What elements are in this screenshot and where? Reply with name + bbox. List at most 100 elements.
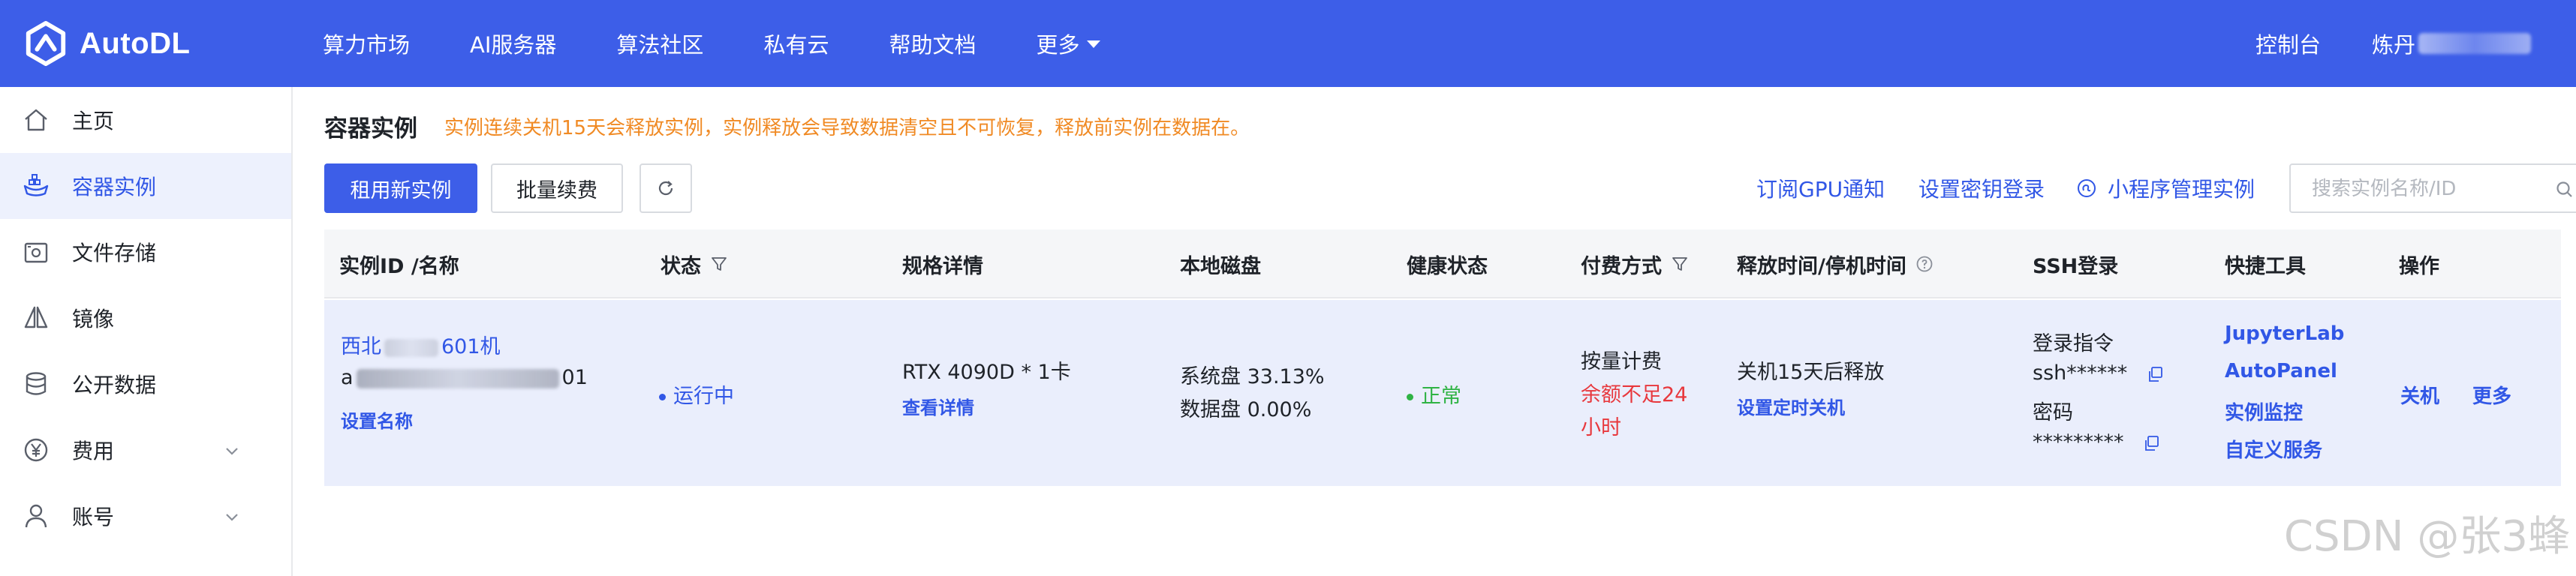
subscribe-gpu-link[interactable]: 订阅GPU通知 — [1756, 164, 1885, 213]
column-header-health: 健康状态 — [1407, 254, 1488, 278]
page-title: 容器实例 — [324, 115, 417, 142]
batch-renew-button[interactable]: 批量续费 — [491, 164, 623, 213]
header-right: 控制台 炼丹 — [2256, 0, 2531, 87]
sidebar-item-label: 费用 — [72, 439, 115, 464]
column-header-label: 释放时间/停机时间 — [1737, 254, 1906, 278]
container-icon — [23, 174, 49, 196]
instance-id-prefix: a — [341, 366, 354, 389]
mini-program-label: 小程序管理实例 — [2108, 177, 2256, 202]
nav-more-menu[interactable]: 更多 — [1036, 28, 1101, 59]
view-details-link[interactable]: 查看详情 — [902, 393, 974, 419]
balance-warning-line2: 小时 — [1581, 416, 1621, 440]
brand-name: AutoDL — [80, 26, 191, 60]
mini-program-link[interactable]: 小程序管理实例 — [2076, 164, 2255, 213]
nav-more-label: 更多 — [1036, 32, 1080, 58]
toolbar: 租用新实例 批量续费 订阅GPU通知 设置密钥登录 小程序管理实例 — [324, 164, 2576, 213]
column-header-label: 付费方式 — [1581, 254, 1662, 278]
sidebar-item-image[interactable]: 镜像 — [0, 285, 291, 351]
data-disk-usage: 数据盘 0.00% — [1180, 398, 1312, 422]
brand-logo[interactable]: AutoDL — [23, 16, 190, 70]
file-storage-icon — [24, 242, 48, 263]
column-header-ops: 操作 — [2399, 254, 2439, 278]
sidebar-item-account[interactable]: 账号 — [0, 483, 291, 549]
password-label: 密码 — [2033, 401, 2073, 424]
sidebar-item-label: 文件存储 — [72, 241, 157, 266]
password: ********* — [2033, 430, 2160, 454]
sidebar-item-container-instances[interactable]: 容器实例 — [0, 153, 291, 219]
login-command-value: ssh****** — [2033, 362, 2128, 385]
release-warning: 实例连续关机15天会释放实例，实例释放会导致数据清空且不可恢复，释放前实例在数据… — [444, 116, 1250, 140]
nav-ai-server[interactable]: AI服务器 — [470, 28, 556, 59]
sidebar-item-billing[interactable]: 费用 — [0, 417, 291, 483]
sidebar-item-file-storage[interactable]: 文件存储 — [0, 219, 291, 285]
user-icon — [25, 504, 47, 528]
jupyterlab-link[interactable]: JupyterLab — [2225, 322, 2344, 345]
mini-program-icon — [2078, 179, 2096, 197]
copy-icon[interactable] — [2146, 365, 2164, 383]
health-text: 正常 — [1421, 385, 1461, 408]
title-row: 容器实例 实例连续关机15天会释放实例，实例释放会导致数据清空且不可恢复，释放前… — [324, 110, 1250, 142]
sidebar-item-home[interactable]: 主页 — [0, 87, 291, 153]
status-text: 运行中 — [673, 385, 734, 408]
column-header-id-name: 实例ID /名称 — [339, 254, 459, 278]
status-badge: 运行中 — [659, 380, 734, 409]
instance-monitor-link[interactable]: 实例监控 — [2225, 398, 2303, 425]
rent-new-instance-button[interactable]: 租用新实例 — [324, 164, 477, 213]
filter-icon[interactable] — [1671, 255, 1689, 273]
search-icon[interactable] — [2555, 180, 2574, 200]
database-icon — [26, 372, 47, 395]
sidebar-item-label: 容器实例 — [72, 175, 157, 200]
copy-icon[interactable] — [2142, 434, 2160, 452]
column-header-status[interactable]: 状态 — [661, 230, 728, 298]
ssh-key-login-link[interactable]: 设置密钥登录 — [1918, 164, 2045, 213]
sidebar-item-label: 账号 — [72, 505, 115, 530]
nav-algorithm-community[interactable]: 算法社区 — [616, 28, 703, 59]
home-icon — [25, 109, 47, 131]
nav-private-cloud[interactable]: 私有云 — [763, 28, 829, 59]
help-icon[interactable] — [1915, 255, 1934, 273]
system-disk-usage: 系统盘 33.13% — [1180, 365, 1325, 388]
gpu-spec: RTX 4090D * 1卡 — [902, 361, 1071, 384]
yen-icon — [24, 438, 48, 462]
search-input[interactable] — [2312, 176, 2552, 202]
region-redacted — [384, 338, 438, 357]
instance-id: a 01 — [341, 366, 588, 389]
billing-type: 按量计费 — [1581, 350, 1662, 374]
username-redacted — [2418, 33, 2531, 54]
sidebar-item-public-data[interactable]: 公开数据 — [0, 351, 291, 417]
image-icon — [24, 306, 48, 328]
column-header-billing[interactable]: 付费方式 — [1581, 230, 1689, 298]
username-prefix: 炼丹 — [2371, 32, 2415, 58]
set-name-link[interactable]: 设置名称 — [341, 406, 413, 433]
filter-icon[interactable] — [710, 255, 728, 273]
watermark: CSDN @张3蜂 — [2283, 512, 2570, 561]
column-header-spec: 规格详情 — [902, 254, 983, 278]
user-menu[interactable]: 炼丹 — [2372, 28, 2531, 59]
console-link[interactable]: 控制台 — [2256, 28, 2321, 59]
nav-help-docs[interactable]: 帮助文档 — [889, 28, 976, 59]
instance-region[interactable]: 西北 601机 — [341, 330, 501, 359]
table-header: 实例ID /名称 状态 规格详情 本地磁盘 健康状态 付费方式 释放时间/停机时… — [324, 230, 2561, 298]
set-scheduled-shutdown-link[interactable]: 设置定时关机 — [1737, 393, 1845, 419]
column-header-label: 状态 — [661, 254, 701, 278]
login-command-label: 登录指令 — [2033, 332, 2114, 356]
refresh-icon — [658, 181, 673, 196]
instance-id-redacted — [356, 368, 559, 388]
table-row: 西北 601机 a 01 设置名称 运行中 RTX 4090D * 1卡 查看详情 … — [324, 300, 2561, 486]
nav-compute-market[interactable]: 算力市场 — [323, 28, 410, 59]
autopanel-link[interactable]: AutoPanel — [2225, 360, 2337, 382]
autodl-logo-icon — [26, 20, 66, 67]
refresh-button[interactable] — [639, 164, 692, 213]
main-content: 容器实例 实例连续关机15天会释放实例，实例释放会导致数据清空且不可恢复，释放前… — [293, 87, 2576, 576]
more-actions-button[interactable]: 更多 — [2472, 381, 2511, 409]
chevron-down-icon — [226, 448, 238, 455]
custom-service-link[interactable]: 自定义服务 — [2225, 435, 2322, 463]
release-info: 关机15天后释放 — [1737, 361, 1885, 384]
caret-down-icon — [1087, 40, 1101, 48]
shutdown-button[interactable]: 关机 — [2400, 381, 2439, 409]
chevron-down-icon — [226, 514, 238, 521]
password-value: ********* — [2033, 430, 2124, 454]
sidebar-item-label: 主页 — [72, 109, 115, 134]
health-dot — [1407, 394, 1413, 400]
column-header-ssh: SSH登录 — [2033, 254, 2119, 278]
